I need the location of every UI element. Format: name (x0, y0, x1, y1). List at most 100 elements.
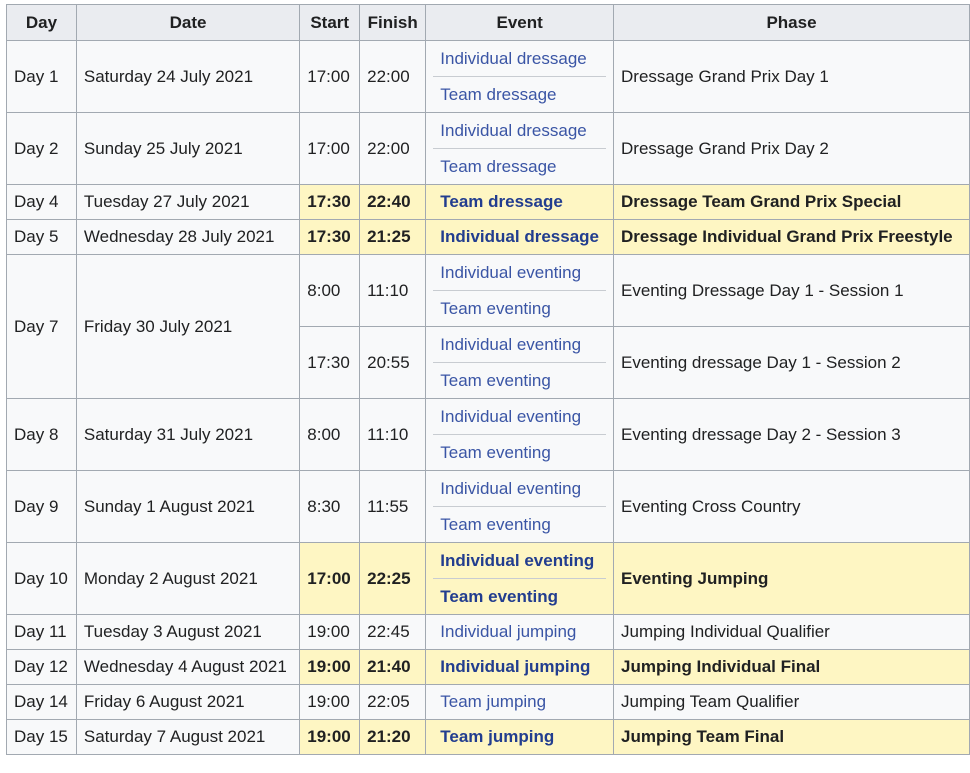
day-cell: Day 12 (6, 649, 77, 685)
event-link[interactable]: Team eventing (433, 291, 606, 326)
phase-cell: Eventing dressage Day 1 - Session 2 (613, 326, 970, 399)
day-cell: Day 14 (6, 684, 77, 720)
event-link[interactable]: Individual jumping (433, 657, 606, 677)
start-time-cell: 17:00 (299, 542, 361, 615)
day-cell: Day 11 (6, 614, 77, 650)
day-cell: Day 2 (6, 112, 77, 185)
day-cell: Day 8 (6, 398, 77, 471)
date-cell: Wednesday 28 July 2021 (75, 219, 301, 255)
schedule-table: Day Date Start Finish Event Phase Day 1S… (6, 4, 970, 755)
header-finish: Finish (359, 4, 427, 41)
date-cell: Friday 30 July 2021 (75, 254, 301, 399)
finish-time-cell: 22:00 (359, 40, 427, 113)
start-time-cell: 8:00 (299, 398, 361, 471)
phase-cell: Dressage Grand Prix Day 2 (613, 112, 970, 185)
event-link[interactable]: Individual eventing (433, 327, 606, 363)
event-link[interactable]: Individual eventing (433, 399, 606, 435)
finish-time-cell: 11:10 (359, 254, 427, 327)
table-row: Day 9 Sunday 1 August 2021 8:30 11:55 Indivi… (6, 470, 970, 543)
date-cell: Wednesday 4 August 2021 (75, 649, 301, 685)
phase-cell: Jumping Individual Qualifier (613, 614, 970, 650)
event-link[interactable]: Individual jumping (433, 622, 606, 642)
start-time-cell: 17:30 (299, 184, 361, 220)
schedule-wrapper: Day Date Start Finish Event Phase Day 1S… (0, 0, 970, 755)
date-cell: Monday 2 August 2021 (75, 542, 301, 615)
table-row: Day 10 Monday 2 August 2021 17:00 22:25 Indi… (6, 542, 970, 615)
phase-cell: Eventing Cross Country (613, 470, 970, 543)
date-cell: Friday 6 August 2021 (75, 684, 301, 720)
event-link[interactable]: Individual eventing (433, 471, 606, 507)
event-link[interactable]: Team jumping (433, 692, 606, 712)
header-phase: Phase (613, 4, 970, 41)
start-time-cell: 19:00 (299, 649, 361, 685)
event-cell: Individual dressage Team dressage (425, 40, 614, 113)
event-link[interactable]: Team jumping (433, 727, 606, 747)
phase-cell: Eventing dressage Day 2 - Session 3 (613, 398, 970, 471)
event-cell: Individual jumping (425, 649, 614, 685)
event-link[interactable]: Team dressage (433, 77, 606, 112)
event-cell: Individual eventing Team eventing (425, 326, 614, 399)
finish-time-cell: 11:55 (359, 470, 427, 543)
table-row: Day 5 Wednesday 28 July 2021 17:30 21:25 Ind… (6, 219, 970, 255)
finish-time-cell: 21:25 (359, 219, 427, 255)
start-time-cell: 8:30 (299, 470, 361, 543)
day-cell: Day 5 (6, 219, 77, 255)
start-time-cell: 19:00 (299, 614, 361, 650)
event-link[interactable]: Team eventing (433, 507, 606, 542)
finish-time-cell: 22:00 (359, 112, 427, 185)
start-time-cell: 19:00 (299, 719, 361, 755)
header-event: Event (425, 4, 614, 41)
date-cell: Saturday 31 July 2021 (75, 398, 301, 471)
phase-cell: Dressage Grand Prix Day 1 (613, 40, 970, 113)
event-link[interactable]: Team eventing (433, 579, 606, 614)
date-cell: Sunday 1 August 2021 (75, 470, 301, 543)
date-cell: Saturday 24 July 2021 (75, 40, 301, 113)
event-cell: Individual dressage (425, 219, 614, 255)
table-row: Day 11 Tuesday 3 August 2021 19:00 22:45 Ind… (6, 614, 970, 650)
phase-cell: Jumping Team Final (613, 719, 970, 755)
phase-cell: Dressage Team Grand Prix Special (613, 184, 970, 220)
phase-cell: Eventing Dressage Day 1 - Session 1 (613, 254, 970, 327)
day-cell: Day 1 (6, 40, 77, 113)
day-cell: Day 4 (6, 184, 77, 220)
event-cell: Individual eventing Team eventing (425, 470, 614, 543)
finish-time-cell: 22:25 (359, 542, 427, 615)
start-time-cell: 17:30 (299, 219, 361, 255)
table-row: Day 7 Friday 30 July 2021 8:00 11:10 Individ… (6, 254, 970, 399)
header-start: Start (299, 4, 361, 41)
table-row: Day 14 Friday 6 August 2021 19:00 22:05 Team… (6, 684, 970, 720)
day-cell: Day 15 (6, 719, 77, 755)
start-time-cell: 17:00 (299, 40, 361, 113)
event-cell: Individual eventing Team eventing (425, 542, 614, 615)
event-link[interactable]: Individual dressage (433, 41, 606, 77)
event-cell: Individual dressage Team dressage (425, 112, 614, 185)
event-link[interactable]: Team dressage (433, 192, 606, 212)
table-row: Day 2 Sunday 25 July 2021 17:00 22:00 Indivi… (6, 112, 970, 185)
start-time-cell: 17:30 (299, 326, 361, 399)
finish-time-cell: 21:40 (359, 649, 427, 685)
finish-time-cell: 22:40 (359, 184, 427, 220)
event-link[interactable]: Team eventing (433, 363, 606, 398)
date-cell: Tuesday 3 August 2021 (75, 614, 301, 650)
event-link[interactable]: Team eventing (433, 435, 606, 470)
date-cell: Saturday 7 August 2021 (75, 719, 301, 755)
event-link[interactable]: Individual dressage (433, 113, 606, 149)
event-cell: Team jumping (425, 719, 614, 755)
start-time-cell: 17:00 (299, 112, 361, 185)
event-cell: Team jumping (425, 684, 614, 720)
date-cell: Tuesday 27 July 2021 (75, 184, 301, 220)
start-time-cell: 19:00 (299, 684, 361, 720)
table-row: Day 12 Wednesday 4 August 2021 19:00 21:40 I… (6, 649, 970, 685)
day-cell: Day 7 (6, 254, 77, 399)
event-link[interactable]: Individual eventing (433, 543, 606, 579)
event-cell: Individual eventing Team eventing (425, 254, 614, 327)
phase-cell: Jumping Individual Final (613, 649, 970, 685)
phase-cell: Dressage Individual Grand Prix Freestyle (613, 219, 970, 255)
event-link[interactable]: Team dressage (433, 149, 606, 184)
event-cell: Team dressage (425, 184, 614, 220)
header-date: Date (75, 4, 301, 41)
event-link[interactable]: Individual eventing (433, 255, 606, 291)
phase-cell: Jumping Team Qualifier (613, 684, 970, 720)
header-row: Day Date Start Finish Event Phase (6, 4, 970, 41)
event-link[interactable]: Individual dressage (433, 227, 606, 247)
